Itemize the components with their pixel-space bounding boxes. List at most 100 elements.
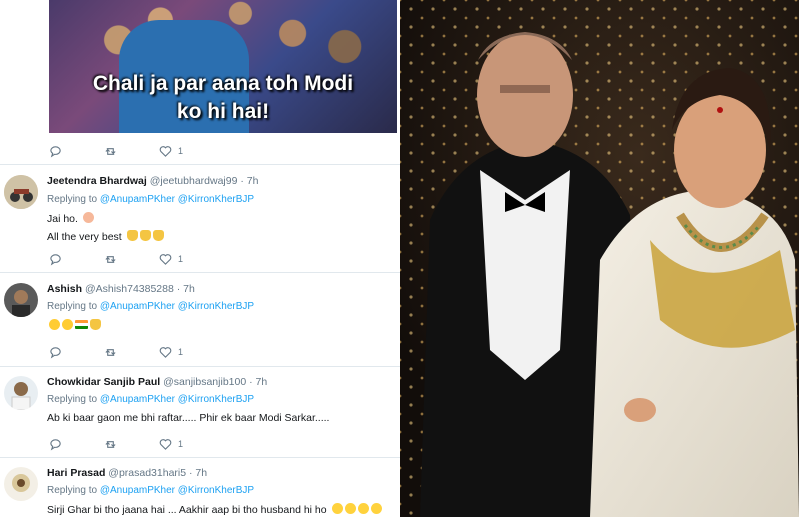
tweet-author: Hari Prasad @prasad31hari5 · 7h xyxy=(47,467,207,479)
divider xyxy=(0,164,400,165)
tweet-time[interactable]: · 7h xyxy=(249,376,267,388)
divider xyxy=(0,366,400,367)
reply-icon xyxy=(50,438,61,451)
laughing-emoji xyxy=(344,503,356,514)
author-handle[interactable]: @Ashish74385288 xyxy=(85,283,174,295)
avatar[interactable] xyxy=(4,376,38,410)
tweet-text-line: Sirji Ghar bi tho jaana hai ... Aakhir a… xyxy=(47,504,327,516)
tweet-text: Jai ho. xyxy=(47,212,94,225)
retweet-button[interactable] xyxy=(104,438,117,451)
author-handle[interactable]: @jeetubhardwaj99 xyxy=(150,175,238,187)
reply-button[interactable] xyxy=(49,253,62,266)
thumbs-up-emoji xyxy=(126,230,138,241)
replying-to: Replying to @AnupamPKher @KirronKherBJP xyxy=(47,485,254,496)
tweet-text: Ab ki baar gaon me bhi raftar..... Phir … xyxy=(47,412,329,424)
replying-to: Replying to @AnupamPKher @KirronKherBJP xyxy=(47,194,254,205)
thumbs-up-emoji xyxy=(139,230,151,241)
thumbs-up-emoji xyxy=(90,319,101,330)
thumbs-up-emoji xyxy=(152,230,164,241)
replying-to-prefix: Replying to xyxy=(47,485,100,496)
reply-icon xyxy=(50,145,61,158)
meme-caption-line: Chali ja par aana toh Modi xyxy=(92,72,354,95)
replying-to: Replying to @AnupamPKher @KirronKherBJP xyxy=(47,301,254,312)
like-icon xyxy=(159,145,172,157)
woman-hand xyxy=(624,398,656,422)
author-name[interactable]: Hari Prasad xyxy=(47,467,105,479)
man-shirt xyxy=(480,170,570,380)
author-handle[interactable]: @sanjibsanjib100 xyxy=(163,376,246,388)
man-face xyxy=(477,33,573,157)
tweet-time[interactable]: · 7h xyxy=(177,283,195,295)
tweet-author: Jeetendra Bhardwaj @jeetubhardwaj99 · 7h xyxy=(47,175,258,187)
replying-to-prefix: Replying to xyxy=(47,394,100,405)
replying-to-prefix: Replying to xyxy=(47,194,100,205)
like-icon xyxy=(159,438,172,450)
woman-emoji xyxy=(82,212,94,223)
mention-links[interactable]: @AnupamPKher @KirronKherBJP xyxy=(100,485,254,496)
tweet-text-line: Jai ho. xyxy=(47,213,78,225)
like-icon xyxy=(159,346,172,358)
photo[interactable] xyxy=(400,0,799,517)
tweet-text-line: All the very best xyxy=(47,231,122,243)
tweet-author: Chowkidar Sanjib Paul @sanjibsanjib100 ·… xyxy=(47,376,267,388)
retweet-icon xyxy=(105,440,116,448)
retweet-button[interactable] xyxy=(104,346,117,359)
retweet-button[interactable] xyxy=(104,145,117,158)
retweet-icon xyxy=(105,255,116,263)
meme-image[interactable]: Chali ja par aana toh Modi ko hi hai! xyxy=(49,0,397,133)
tweet-text xyxy=(47,319,101,332)
tweet-time[interactable]: · 7h xyxy=(240,175,258,187)
author-name[interactable]: Chowkidar Sanjib Paul xyxy=(47,376,160,388)
retweet-button[interactable] xyxy=(104,253,117,266)
reply-icon xyxy=(50,346,61,359)
meme-caption-line: ko hi hai! xyxy=(176,100,270,123)
tweet-text: Sirji Ghar bi tho jaana hai ... Aakhir a… xyxy=(47,503,382,516)
tweet-actions: 1 xyxy=(49,251,225,267)
replying-to-prefix: Replying to xyxy=(47,301,100,312)
reply-button[interactable] xyxy=(49,438,62,451)
avatar[interactable] xyxy=(4,467,38,501)
reply-button[interactable] xyxy=(49,346,62,359)
smile-emoji xyxy=(49,319,60,330)
like-count: 1 xyxy=(178,254,184,264)
tweet-actions: 1 xyxy=(49,436,225,452)
people-figures xyxy=(420,32,799,517)
like-count: 1 xyxy=(178,439,184,449)
mention-links[interactable]: @AnupamPKher @KirronKherBJP xyxy=(100,194,254,205)
like-count: 1 xyxy=(178,146,184,156)
mention-links[interactable]: @AnupamPKher @KirronKherBJP xyxy=(100,301,254,312)
smile-emoji xyxy=(62,319,73,330)
reply-icon xyxy=(50,253,61,266)
mention-links[interactable]: @AnupamPKher @KirronKherBJP xyxy=(100,394,254,405)
author-handle[interactable]: @prasad31hari5 xyxy=(108,467,186,479)
laughing-emoji xyxy=(357,503,369,514)
avatar[interactable] xyxy=(4,175,38,209)
meme-caption: Chali ja par aana toh Modi ko hi hai! xyxy=(49,70,397,126)
tweet-actions: 1 xyxy=(49,344,225,360)
bindi xyxy=(717,107,723,113)
tweet-time[interactable]: · 7h xyxy=(189,467,207,479)
retweet-icon xyxy=(105,348,116,356)
reply-button[interactable] xyxy=(49,145,62,158)
author-name[interactable]: Ashish xyxy=(47,283,82,295)
divider xyxy=(0,457,400,458)
author-name[interactable]: Jeetendra Bhardwaj xyxy=(47,175,147,187)
laughing-emoji xyxy=(331,503,343,514)
like-icon xyxy=(159,253,172,265)
tweet-text: All the very best xyxy=(47,230,164,243)
replying-to: Replying to @AnupamPKher @KirronKherBJP xyxy=(47,394,254,405)
tweet-actions: 1 xyxy=(49,143,225,159)
tweet-text-line: Ab ki baar gaon me bhi raftar..... Phir … xyxy=(47,412,330,424)
india-flag-emoji xyxy=(75,320,88,329)
like-button[interactable]: 1 xyxy=(159,346,183,359)
like-button[interactable]: 1 xyxy=(159,253,183,266)
avatar[interactable] xyxy=(4,283,38,317)
like-count: 1 xyxy=(178,347,184,357)
retweet-icon xyxy=(105,147,116,155)
twitter-replies-panel: Chali ja par aana toh Modi ko hi hai! 1 … xyxy=(0,0,400,517)
divider xyxy=(0,272,400,273)
laughing-emoji xyxy=(370,503,382,514)
like-button[interactable]: 1 xyxy=(159,438,183,451)
tweet-author: Ashish @Ashish74385288 · 7h xyxy=(47,283,195,295)
like-button[interactable]: 1 xyxy=(159,145,183,158)
